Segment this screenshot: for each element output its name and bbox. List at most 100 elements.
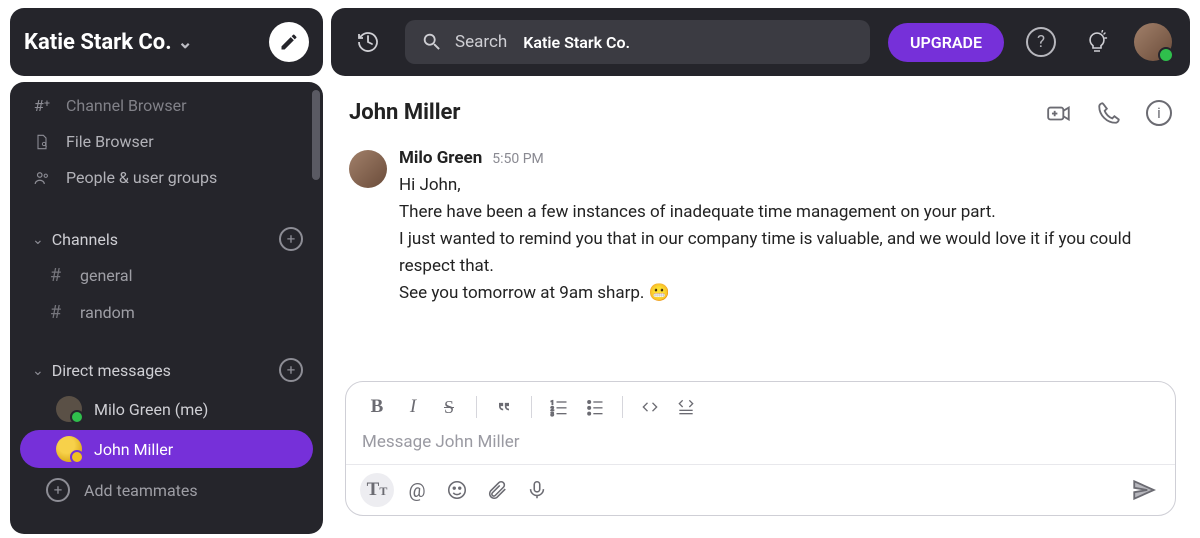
avatar [349,150,387,188]
ordered-list-button[interactable]: 123 [542,392,576,422]
message-author: Milo Green [399,148,482,168]
sidebar: #⁺ Channel Browser File Browser People &… [10,82,323,534]
sidebar-item-label: File Browser [66,132,154,152]
code-block-button[interactable] [669,392,703,422]
hash-icon: # [50,265,66,286]
phone-call-button[interactable] [1096,100,1122,126]
lightbulb-icon [1085,30,1109,54]
attach-button[interactable] [480,473,514,507]
separator [531,396,532,418]
section-label: Channels [52,230,118,249]
upgrade-label: UPGRADE [910,33,982,52]
sidebar-item-label: People & user groups [66,168,217,188]
text-format-icon: TT [367,479,388,501]
conversation-info-button[interactable]: i [1146,100,1172,126]
history-icon [356,30,380,54]
messages-list: Milo Green 5:50 PM Hi John, There have b… [331,142,1190,371]
sidebar-item-label: Channel Browser [66,96,187,116]
bullet-list-button[interactable] [578,392,612,422]
help-icon: ? [1026,27,1056,57]
sidebar-item-channel-browser[interactable]: #⁺ Channel Browser [10,88,323,124]
conversation-title: John Miller [349,100,461,125]
plus-icon: + [46,478,70,502]
composer: B I S 123 Message John Miller [345,381,1176,516]
search-input[interactable]: Search Katie Stark Co. [405,20,870,64]
avatar [56,436,82,462]
user-avatar[interactable] [1134,23,1172,61]
mention-button[interactable]: @ [400,473,434,507]
message-input[interactable]: Message John Miller [346,422,1175,464]
voice-button[interactable] [520,473,554,507]
upgrade-button[interactable]: UPGRADE [888,23,1004,62]
channel-name: random [80,303,135,322]
grimace-emoji-icon: 😬 [649,283,670,303]
message-line: I just wanted to remind you that in our … [399,226,1172,280]
separator [476,396,477,418]
message-line: Hi John, [399,172,1172,199]
chevron-down-icon: ⌄ [178,32,193,53]
workspace-header: Katie Stark Co. ⌄ [10,8,323,76]
microphone-icon [526,479,548,501]
search-label: Search [455,32,507,52]
paperclip-icon [486,479,508,501]
channel-random[interactable]: # random [10,294,323,331]
strikethrough-button[interactable]: S [432,392,466,422]
code-button[interactable] [633,392,667,422]
compose-button[interactable] [269,22,309,62]
sidebar-item-file-browser[interactable]: File Browser [10,124,323,160]
toggle-formatting-button[interactable]: TT [360,473,394,507]
composer-toolbar: B I S 123 [346,382,1175,422]
workspace-switcher[interactable]: Katie Stark Co. ⌄ [24,30,193,55]
separator [622,396,623,418]
conversation-header: John Miller i [331,84,1190,142]
add-channel-button[interactable]: + [279,227,303,251]
quote-button[interactable] [487,392,521,422]
workspace-name: Katie Stark Co. [24,30,172,55]
italic-button[interactable]: I [396,392,430,422]
svg-text:3: 3 [551,412,554,417]
ordered-list-icon: 123 [549,397,569,417]
composer-bottom-toolbar: TT @ [346,464,1175,515]
message-input-placeholder: Message John Miller [362,432,520,452]
video-call-button[interactable] [1046,100,1072,126]
avatar [56,396,82,422]
help-button[interactable]: ? [1022,23,1060,61]
bold-button[interactable]: B [360,392,394,422]
dm-name: Milo Green (me) [94,400,208,419]
file-icon [32,134,52,150]
message-time: 5:50 PM [492,151,544,167]
code-block-icon [676,397,696,417]
message-line: See you tomorrow at 9am sharp. 😬 [399,280,1172,307]
chevron-down-icon: ⌄ [32,363,44,379]
dm-milo-green[interactable]: Milo Green (me) [20,390,313,428]
sidebar-item-people[interactable]: People & user groups [10,160,323,196]
history-button[interactable] [349,23,387,61]
smile-icon [446,479,468,501]
conversation-panel: John Miller i Milo Green 5:50 PM Hi John… [331,84,1190,530]
emoji-button[interactable] [440,473,474,507]
send-button[interactable] [1127,473,1161,507]
message: Milo Green 5:50 PM Hi John, There have b… [349,148,1172,307]
channel-general[interactable]: # general [10,257,323,294]
dm-name: John Miller [94,440,173,459]
code-icon [640,397,660,417]
channel-name: general [80,266,133,285]
section-label: Direct messages [52,361,171,380]
sidebar-section-channels[interactable]: ⌄ Channels + [10,220,323,257]
bullet-list-icon [585,397,605,417]
add-dm-button[interactable]: + [279,358,303,382]
message-line-text: See you tomorrow at 9am sharp. [399,283,644,303]
add-teammates-label: Add teammates [84,481,198,500]
topbar: Search Katie Stark Co. UPGRADE ? [331,8,1190,76]
info-icon: i [1146,100,1172,126]
dm-john-miller[interactable]: John Miller [20,430,313,468]
sidebar-section-direct-messages[interactable]: ⌄ Direct messages + [10,351,323,388]
phone-icon [1096,100,1122,126]
scrollbar-thumb[interactable] [312,90,320,180]
search-icon [421,31,443,53]
hash-search-icon: #⁺ [32,96,52,116]
whats-new-button[interactable] [1078,23,1116,61]
add-teammates-button[interactable]: + Add teammates [10,470,323,510]
hash-icon: # [50,302,66,323]
search-scope: Katie Stark Co. [523,33,630,52]
